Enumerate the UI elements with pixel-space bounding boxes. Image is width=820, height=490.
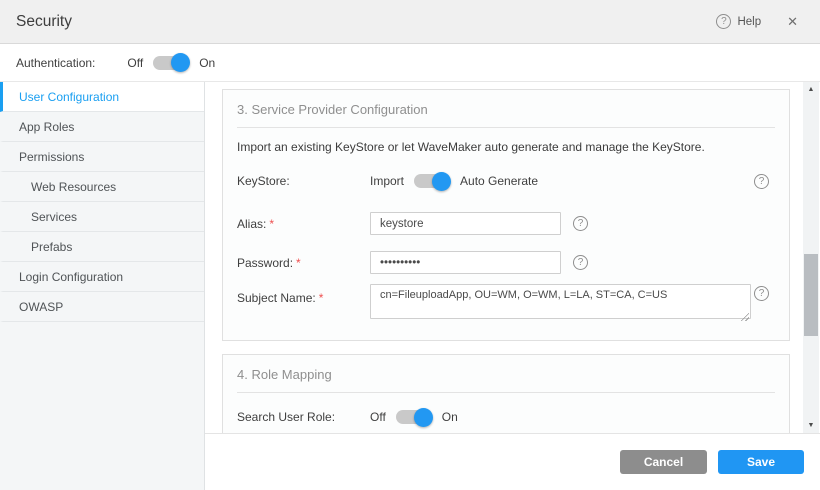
sidebar-item-permissions[interactable]: Permissions xyxy=(0,142,204,172)
password-row: Password:* ? xyxy=(237,251,775,274)
subject-name-input[interactable]: cn=FileuploadApp, OU=WM, O=WM, L=LA, ST=… xyxy=(370,284,751,319)
vertical-scrollbar[interactable]: ▲ ▼ xyxy=(803,82,819,433)
section-title: 3. Service Provider Configuration xyxy=(237,102,775,128)
authentication-bar: Authentication: Off On xyxy=(0,44,820,82)
toggle-knob xyxy=(432,172,451,191)
save-button[interactable]: Save xyxy=(718,450,804,474)
required-mark: * xyxy=(269,217,274,231)
toggle-knob xyxy=(414,408,433,427)
dialog-header: Security ? Help ✕ xyxy=(0,0,820,44)
scroll-up-icon[interactable]: ▲ xyxy=(803,82,819,97)
scrollbar-thumb[interactable] xyxy=(804,254,818,336)
main-panel: 3. Service Provider Configuration Import… xyxy=(205,82,820,490)
sidebar-item-login-configuration[interactable]: Login Configuration xyxy=(0,262,204,292)
dialog-footer: Cancel Save xyxy=(205,433,820,490)
alias-input[interactable] xyxy=(370,212,561,235)
alias-help-icon[interactable]: ? xyxy=(573,216,588,231)
search-user-role-row: Search User Role: Off On xyxy=(237,410,775,424)
cancel-button[interactable]: Cancel xyxy=(620,450,707,474)
required-mark: * xyxy=(296,256,301,270)
keystore-label: KeyStore: xyxy=(237,174,370,188)
keystore-toggle-group: Import Auto Generate xyxy=(370,174,538,188)
password-input[interactable] xyxy=(370,251,561,274)
authentication-label: Authentication: xyxy=(16,56,95,70)
authentication-off-label: Off xyxy=(127,56,143,70)
header-actions: ? Help ✕ xyxy=(716,12,802,32)
section-title: 4. Role Mapping xyxy=(237,367,775,393)
keystore-toggle[interactable] xyxy=(414,174,450,188)
search-user-role-on-label: On xyxy=(442,410,458,424)
sidebar-item-user-configuration[interactable]: User Configuration xyxy=(0,82,204,112)
page-title: Security xyxy=(16,13,72,31)
search-user-role-label: Search User Role: xyxy=(237,410,370,424)
sidebar: User Configuration App Roles Permissions… xyxy=(0,82,205,490)
password-help-icon[interactable]: ? xyxy=(573,255,588,270)
sidebar-item-web-resources[interactable]: Web Resources xyxy=(0,172,204,202)
authentication-toggle[interactable] xyxy=(153,56,189,70)
search-user-role-toggle-group: Off On xyxy=(370,410,458,424)
help-label: Help xyxy=(737,16,761,28)
authentication-on-label: On xyxy=(199,56,215,70)
keystore-import-label: Import xyxy=(370,174,404,188)
subject-name-help-icon[interactable]: ? xyxy=(754,286,769,301)
role-mapping-section: 4. Role Mapping Search User Role: Off On xyxy=(222,354,790,433)
search-user-role-off-label: Off xyxy=(370,410,386,424)
password-label: Password:* xyxy=(237,256,370,270)
required-mark: * xyxy=(319,291,324,305)
keystore-autogenerate-label: Auto Generate xyxy=(460,174,538,188)
search-user-role-toggle[interactable] xyxy=(396,410,432,424)
subject-name-label: Subject Name:* xyxy=(237,284,370,305)
alias-label: Alias:* xyxy=(237,217,370,231)
sidebar-item-prefabs[interactable]: Prefabs xyxy=(0,232,204,262)
keystore-description: Import an existing KeyStore or let WaveM… xyxy=(237,140,775,154)
scroll-down-icon[interactable]: ▼ xyxy=(803,418,819,433)
scrollable-content: 3. Service Provider Configuration Import… xyxy=(205,82,820,433)
keystore-help-icon[interactable]: ? xyxy=(754,174,769,189)
help-icon: ? xyxy=(716,14,731,29)
security-dialog: Security ? Help ✕ Authentication: Off On… xyxy=(0,0,820,490)
authentication-toggle-group: Off On xyxy=(127,56,215,70)
alias-row: Alias:* ? xyxy=(237,212,775,235)
sidebar-item-app-roles[interactable]: App Roles xyxy=(0,112,204,142)
toggle-knob xyxy=(171,53,190,72)
subject-name-row: Subject Name:* cn=FileuploadApp, OU=WM, … xyxy=(237,284,775,324)
help-button[interactable]: ? Help xyxy=(716,14,761,29)
keystore-row: KeyStore: Import Auto Generate ? xyxy=(237,174,775,188)
sidebar-item-services[interactable]: Services xyxy=(0,202,204,232)
service-provider-configuration-section: 3. Service Provider Configuration Import… xyxy=(222,89,790,341)
sidebar-item-owasp[interactable]: OWASP xyxy=(0,292,204,322)
close-icon[interactable]: ✕ xyxy=(783,12,802,32)
